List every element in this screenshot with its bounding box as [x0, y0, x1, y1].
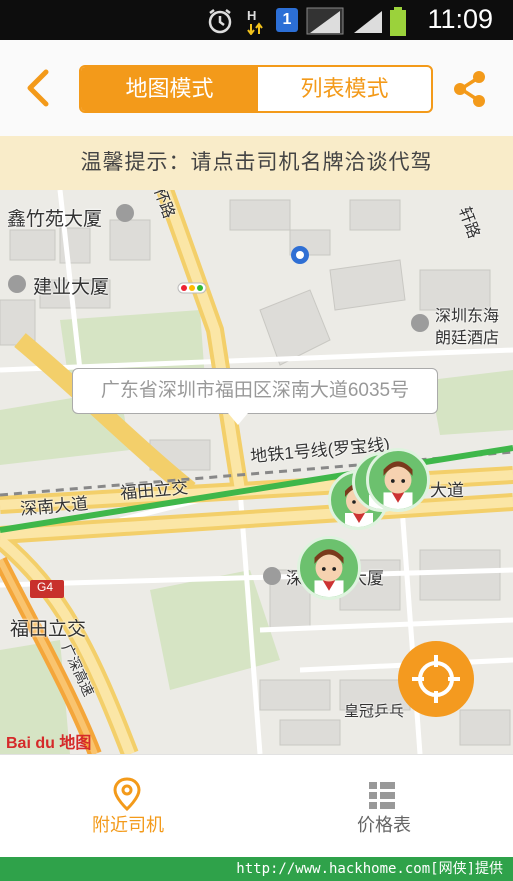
signal-2-icon — [354, 11, 382, 33]
map-label: 大道 — [430, 481, 464, 500]
watermark-footer: http://www.hackhome.com[网侠]提供 — [0, 857, 513, 881]
tab-map-mode[interactable]: 地图模式 — [81, 67, 258, 111]
tab-price-list[interactable]: 价格表 — [256, 755, 512, 858]
map-label: 福田立交 — [10, 619, 87, 640]
address-callout[interactable]: 广东省深圳市福田区深南大道6035号 — [72, 368, 438, 425]
map-label: 深圳东海 — [435, 308, 500, 325]
tab-nearby-drivers[interactable]: 附近司机 — [0, 755, 256, 858]
mode-switch: 地图模式 列表模式 — [79, 65, 433, 113]
driver-avatar-icon — [314, 549, 344, 597]
driver-avatar-icon — [383, 461, 413, 509]
alarm-icon — [208, 9, 232, 34]
baidu-logo: Bai du 地图 — [6, 735, 92, 752]
tab-label: 附近司机 — [92, 815, 164, 835]
map-label-g4: G4 — [37, 580, 54, 594]
chevron-left-icon[interactable] — [22, 68, 58, 108]
driver-marker[interactable] — [297, 536, 361, 600]
hplus-data-icon: H — [247, 8, 263, 35]
driver-marker[interactable] — [366, 448, 430, 512]
locate-crosshair-icon — [412, 655, 460, 703]
svg-text:H: H — [247, 8, 256, 23]
tab-list-mode[interactable]: 列表模式 — [258, 67, 431, 111]
tip-banner: 温馨提示：请点击司机名牌洽谈代驾 — [0, 136, 513, 190]
share-icon[interactable] — [452, 70, 488, 108]
map-view[interactable]: 鑫竹苑大厦 建业大厦 深圳东海 朗廷酒店 地铁1号线(罗宝线) 深南大道 福田立… — [0, 190, 513, 754]
map-label: 皇冠乒乓 — [344, 703, 405, 720]
list-icon — [369, 782, 395, 809]
tab-label: 价格表 — [357, 815, 411, 835]
clock: 11:09 — [427, 4, 493, 34]
map-label: 鑫竹苑大厦 — [7, 209, 103, 230]
locate-button[interactable] — [398, 641, 474, 717]
map-label: 建业大厦 — [33, 277, 110, 298]
map-label: 朗廷酒店 — [435, 330, 500, 347]
header: 地图模式 列表模式 — [0, 40, 513, 136]
battery-icon — [390, 7, 406, 36]
sim-badge: 1 — [276, 8, 298, 32]
bottom-tab-bar: 附近司机 价格表 — [0, 754, 513, 858]
location-pin-icon — [113, 777, 141, 811]
signal-icon — [306, 7, 344, 35]
status-bar: H 1 11:09 — [0, 0, 513, 40]
